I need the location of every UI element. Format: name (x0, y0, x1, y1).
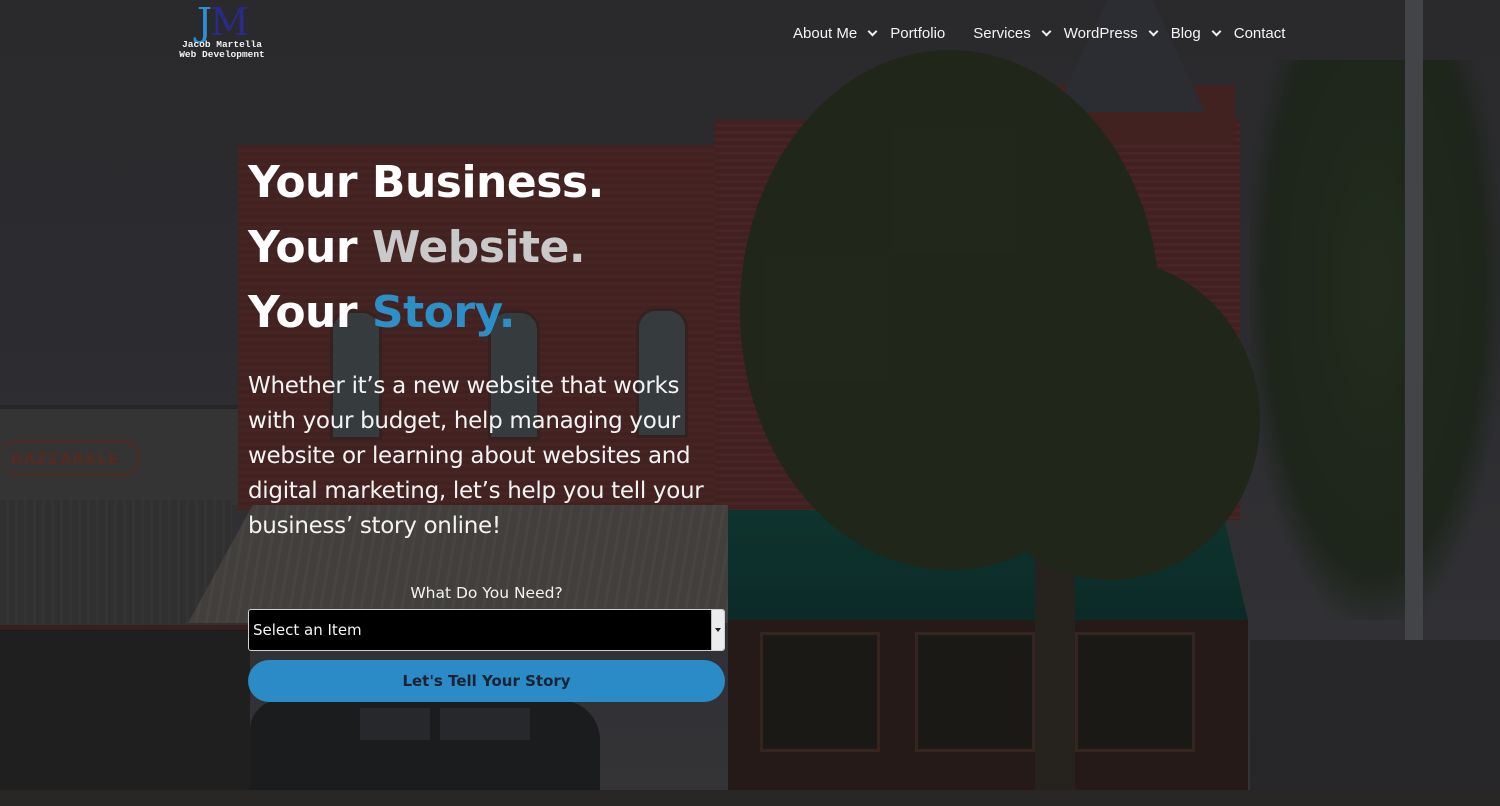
nav-item-services[interactable]: Services (973, 20, 1052, 46)
headline-prefix: Your (248, 157, 358, 208)
logo-tagline: Web Development (179, 49, 265, 60)
chevron-down-icon[interactable] (1148, 26, 1159, 36)
intro-line: business’ story online! (248, 513, 501, 539)
hero-headline: Your Business. Your Website. Your Story. (248, 150, 728, 345)
headline-line-business: Your Business. (248, 150, 728, 215)
hero-intro-text: Whether it’s a new website that works wi… (248, 369, 728, 544)
chevron-down-icon[interactable] (1041, 26, 1052, 36)
headline-line-website: Your Website. (248, 215, 728, 280)
nav-label: Services (973, 24, 1031, 42)
chevron-down-icon[interactable] (1211, 26, 1222, 36)
headline-prefix: Your (248, 287, 358, 338)
nav-label: Contact (1233, 24, 1286, 42)
chevron-down-icon[interactable] (867, 26, 878, 36)
tell-your-story-button[interactable]: Let's Tell Your Story (248, 660, 725, 702)
headline-prefix: Your (248, 222, 358, 273)
nav-item-portfolio[interactable]: Portfolio (890, 20, 945, 46)
nav-label: Blog (1170, 24, 1201, 42)
headline-word-story: Story. (371, 287, 516, 338)
hero-section: Your Business. Your Website. Your Story.… (248, 150, 728, 544)
site-logo[interactable]: JM Jacob Martella Web Development (174, 3, 270, 62)
caret-down-icon (715, 628, 721, 632)
select-dropdown-button[interactable] (711, 610, 724, 650)
headline-word-business: Business. (371, 157, 604, 208)
nav-item-about-me[interactable]: About Me (793, 20, 878, 46)
headline-word-website: Website. (371, 222, 586, 273)
nav-item-wordpress[interactable]: WordPress (1063, 20, 1159, 46)
nav-label: About Me (793, 24, 858, 42)
hero-background-photo: DAZZARKLE (0, 0, 1500, 806)
logo-letter-m: M (210, 0, 249, 44)
service-select-label: What Do You Need? (410, 584, 563, 602)
intro-line: website or learning about websites and (248, 443, 691, 469)
select-current-value: Select an Item (253, 621, 362, 639)
logo-monogram: JM (174, 3, 270, 41)
headline-line-story: Your Story. (248, 280, 728, 345)
nav-item-blog[interactable]: Blog (1170, 20, 1222, 46)
service-select[interactable]: Select an Item (248, 609, 725, 651)
logo-letter-j: J (196, 0, 212, 44)
dark-overlay (0, 0, 1500, 806)
nav-label: Portfolio (890, 24, 946, 42)
nav-item-contact[interactable]: Contact (1234, 20, 1286, 46)
intro-line: digital marketing, let’s help you tell y… (248, 478, 704, 504)
intro-line: with your budget, help managing your (248, 408, 680, 434)
main-nav: About Me Portfolio Services WordPress Bl… (793, 20, 1285, 46)
nav-label: WordPress (1063, 24, 1138, 42)
intro-line: Whether it’s a new website that works (248, 373, 680, 399)
